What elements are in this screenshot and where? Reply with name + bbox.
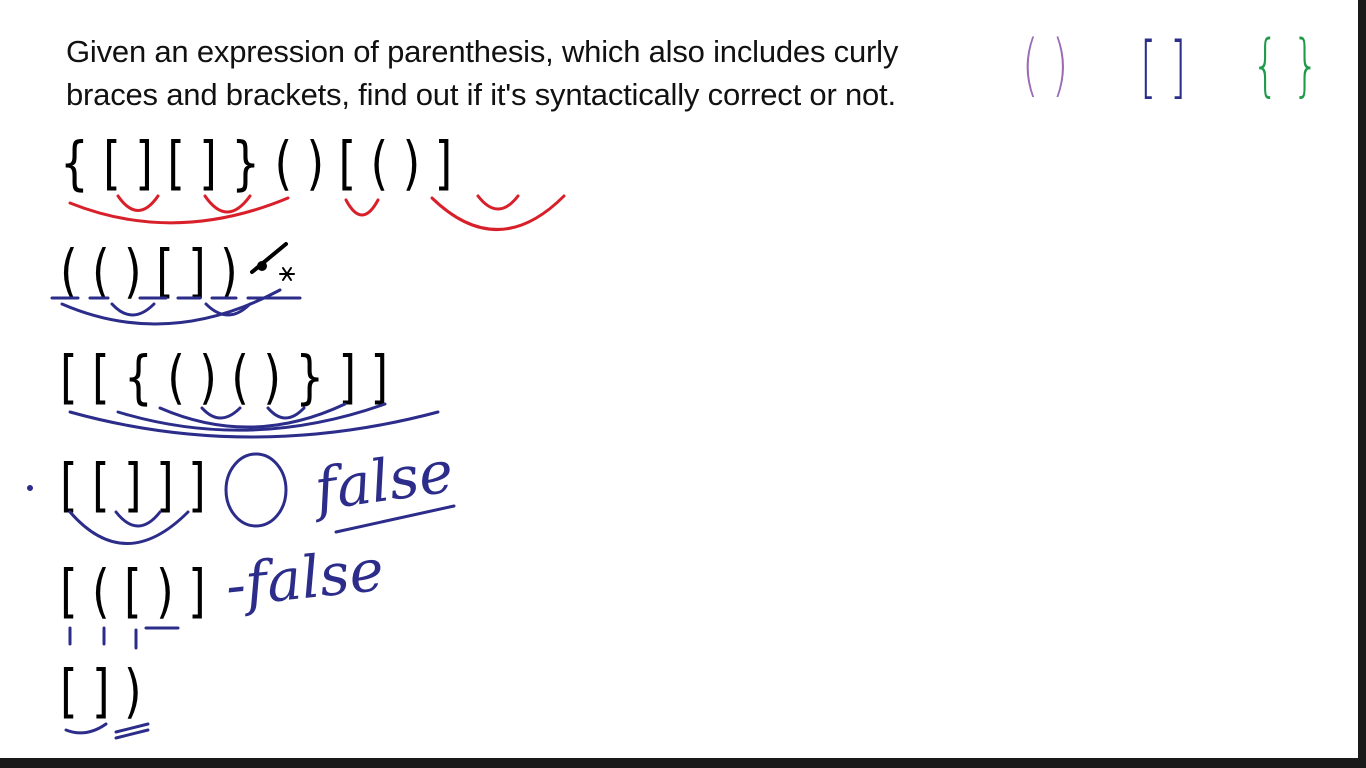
arc-outer-bracket [430,194,566,231]
screen-frame: Given an expression of parenthesis, whic… [0,0,1366,768]
row4-error-circle [224,452,288,528]
arc-paren [344,198,380,217]
row3-arc-5 [266,406,306,420]
cursor-star-icon [279,267,295,281]
stray-dot [27,485,33,491]
pen-tip-icon [257,261,267,271]
row6-underlines [64,722,150,740]
row2-arc-paren [110,302,156,317]
row3-arc-4 [200,406,242,420]
pen-cursor-icon [250,242,288,274]
row5-ticks [68,626,180,650]
row3-arc-1 [68,410,440,439]
row4-arc-inner [114,510,162,528]
arc-bracket-2 [203,194,252,214]
ink-annotations: false -false [27,194,566,740]
arc-outer-brace [68,196,290,225]
arc-bracket-1 [116,194,160,212]
row4-arc-outer [68,510,190,545]
row1-matching-arcs [68,194,566,231]
whiteboard: Given an expression of parenthesis, whic… [0,0,1358,758]
arc-inner-paren [476,194,520,211]
row5-false-note: -false [222,536,387,620]
